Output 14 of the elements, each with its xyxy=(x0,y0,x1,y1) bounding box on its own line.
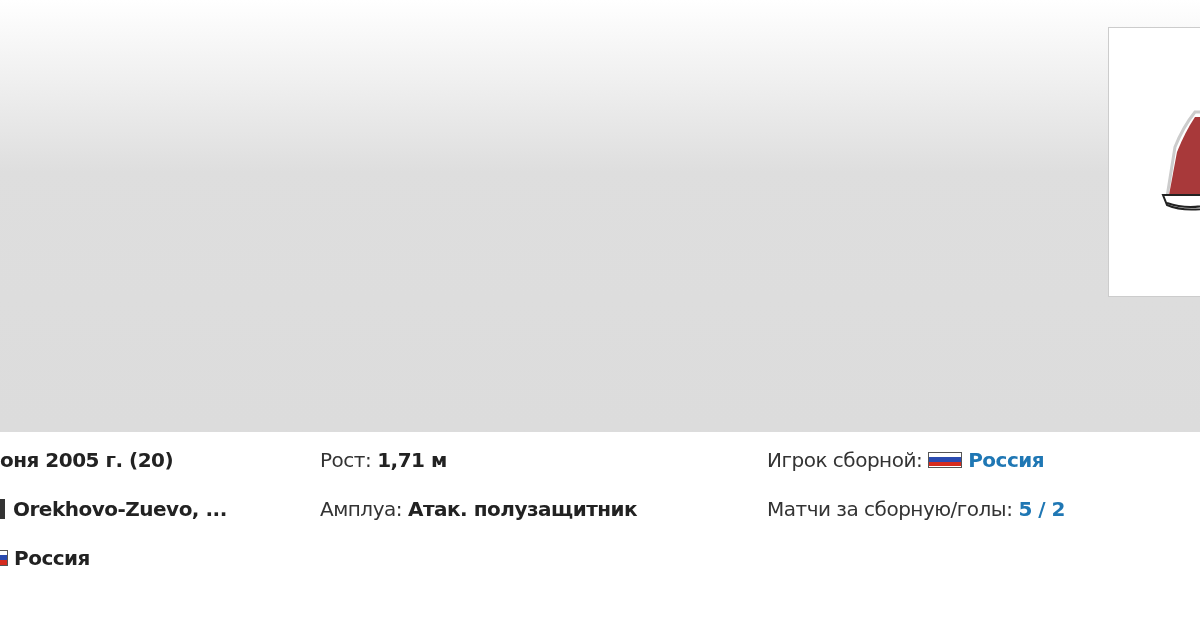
russia-flag-icon xyxy=(0,549,8,566)
emblem-icon xyxy=(0,498,5,519)
field-value: Атак. полузащитник xyxy=(407,495,638,523)
field-value: Россия xyxy=(14,544,90,572)
field-value: Orekhovo-Zuevo, ... xyxy=(13,495,227,523)
field-label: Игрок сборной: xyxy=(767,446,923,474)
field-value: 1,71 м xyxy=(377,446,447,474)
field-label: Рост: xyxy=(320,446,372,474)
field-label: Амплуа: xyxy=(320,495,402,523)
field-value: оня 2005 г. (20) xyxy=(0,446,174,474)
field-label: Матчи за сборную/голы: xyxy=(767,495,1013,523)
russia-flag-icon xyxy=(928,451,963,468)
field-link[interactable]: Россия xyxy=(968,444,1045,475)
field-link[interactable]: 5 / 2 xyxy=(1018,493,1065,524)
